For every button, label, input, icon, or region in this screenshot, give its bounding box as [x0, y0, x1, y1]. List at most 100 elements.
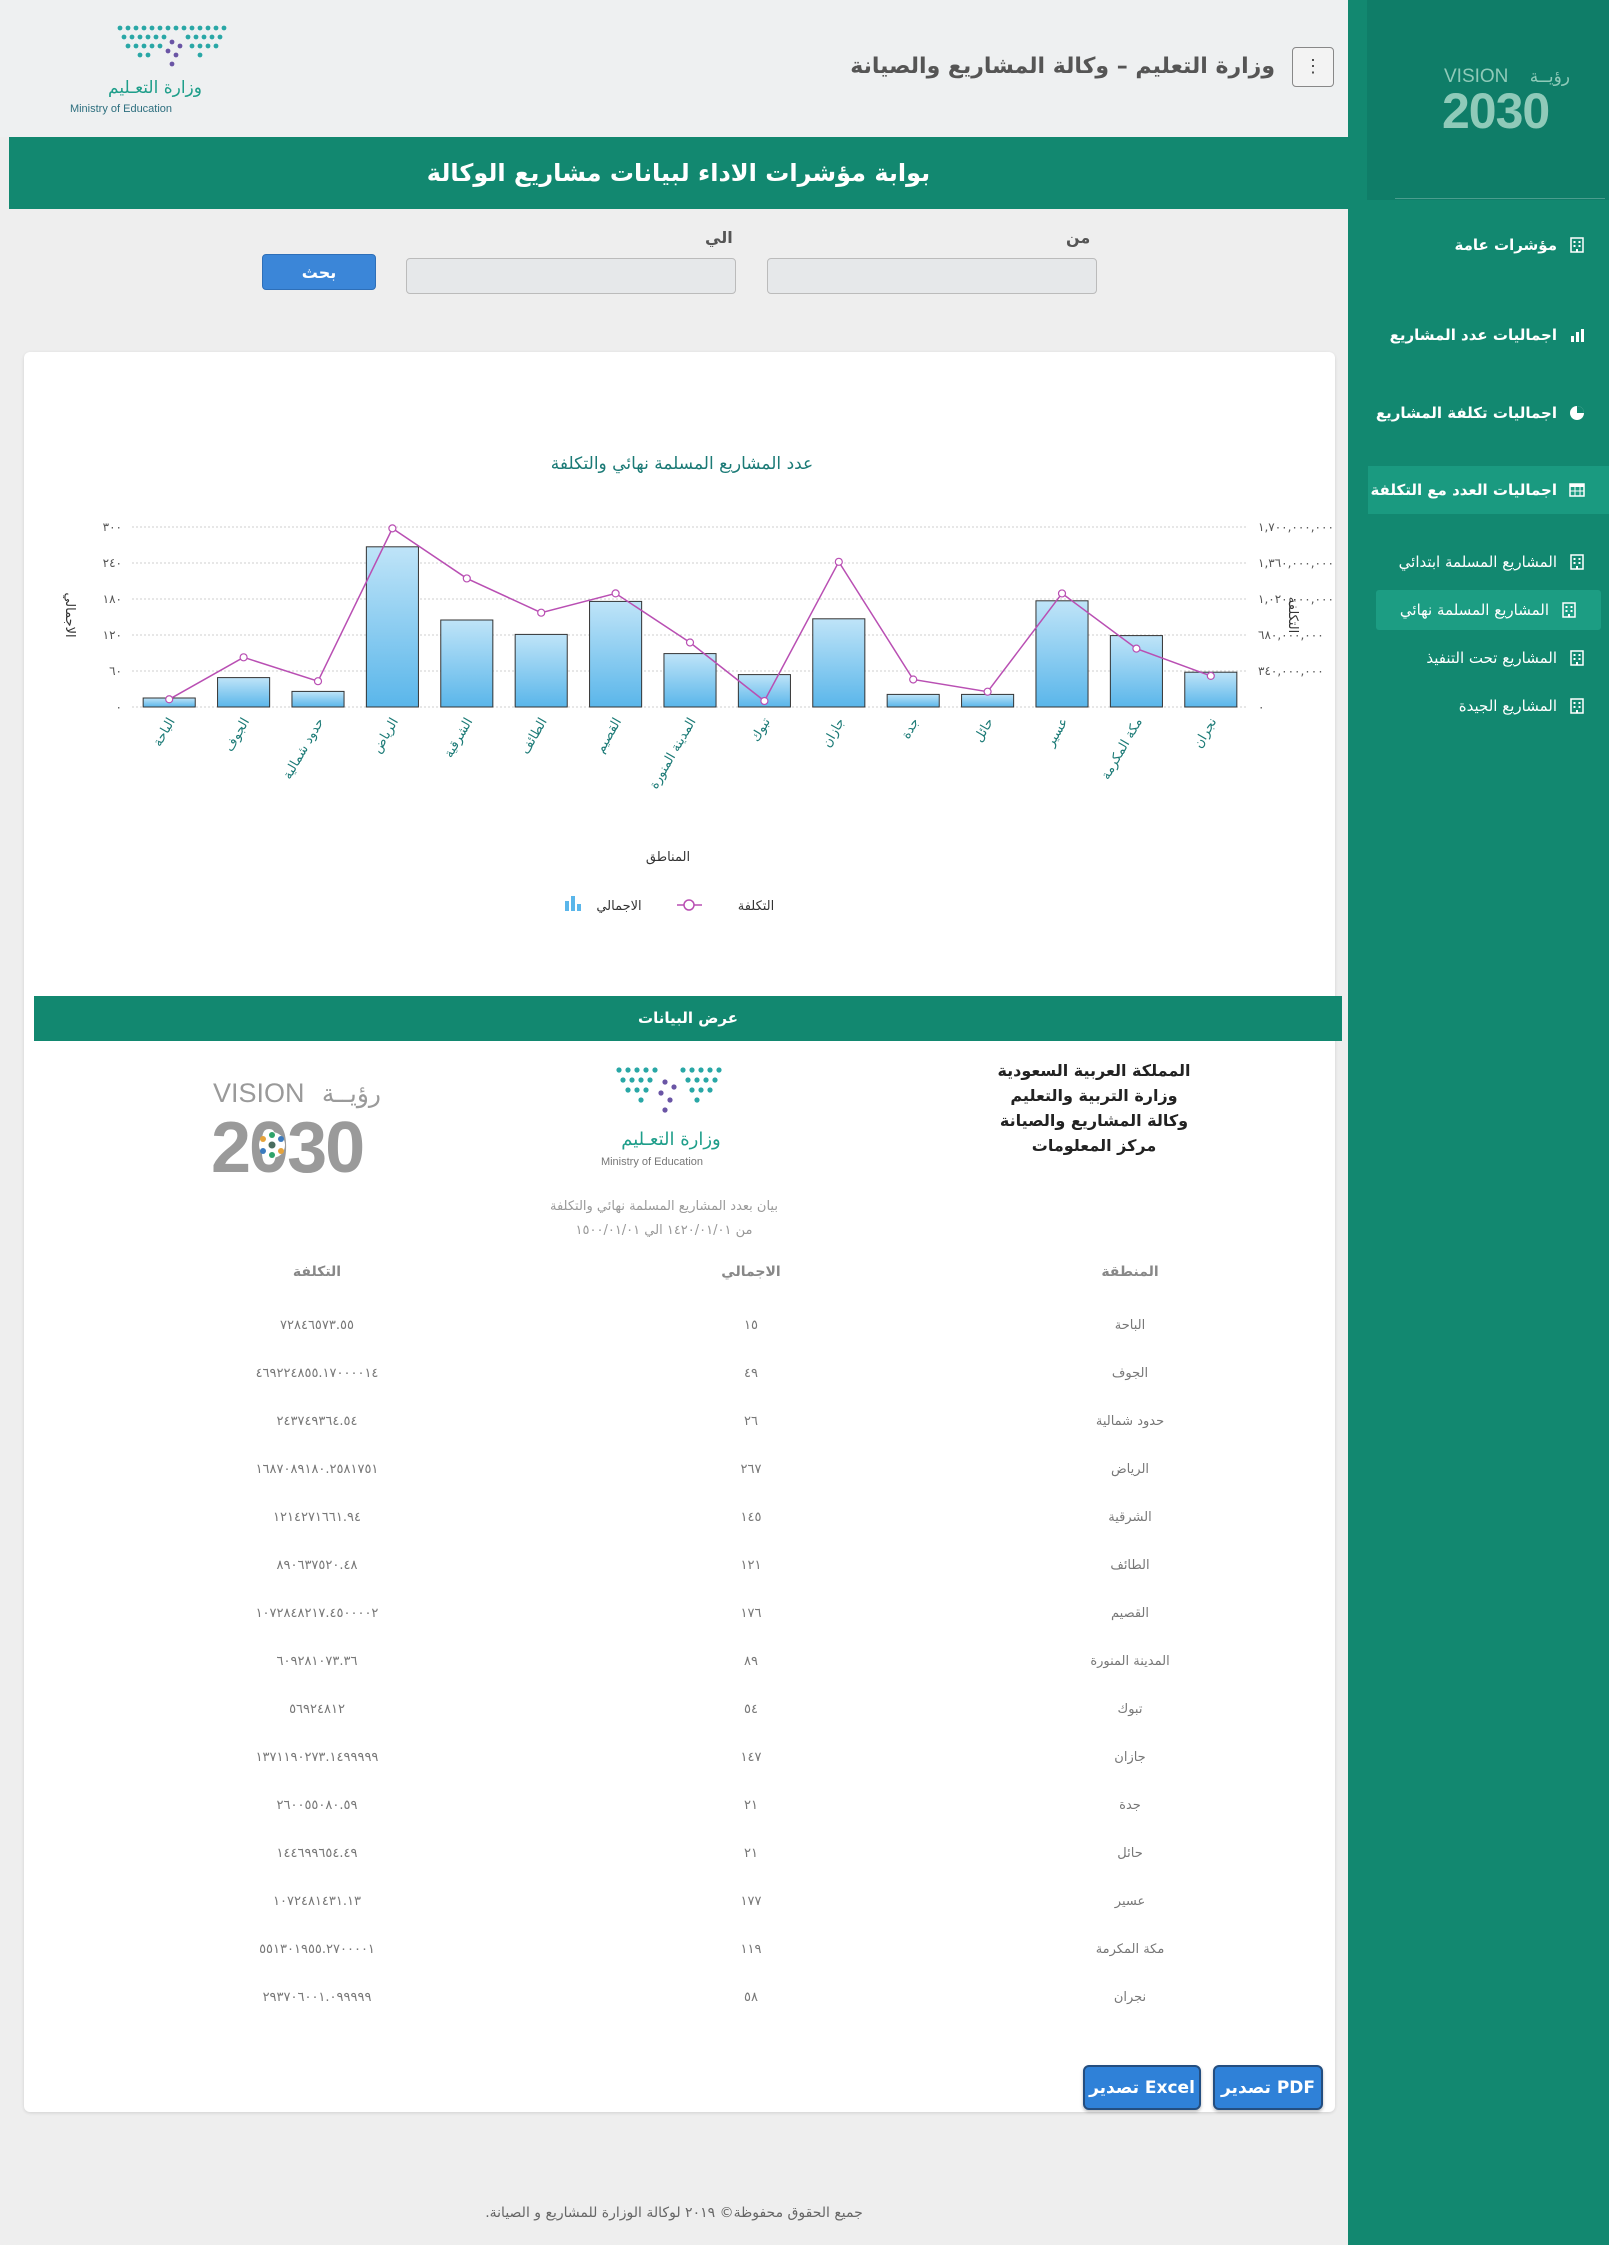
cost-point[interactable] [834, 557, 843, 566]
to-label: الي [705, 228, 733, 247]
bar[interactable] [886, 693, 940, 708]
cost-point[interactable] [313, 677, 323, 686]
building-icon [1570, 698, 1584, 714]
sidebar-item-label: المشاريع المسلمة نهائي [1399, 601, 1549, 619]
export-pdf-button[interactable]: تصدير PDF [1213, 2065, 1323, 2110]
footer-copyright: جميع الحقوق محفوظة© ٢٠١٩ لوكالة الوزارة … [485, 2205, 863, 2221]
cell-cost: ٤٦٩٢٢٤٨٥٥.١٧٠٠٠٠١٤ [255, 1366, 379, 1381]
cell-cost: ٢٤٣٧٤٩٣٦٤.٥٤ [276, 1414, 358, 1429]
cost-point[interactable] [388, 524, 397, 533]
sidebar-item-label: المشاريع تحت التنفيذ [1426, 649, 1557, 667]
search-button[interactable]: بحث [262, 254, 376, 290]
cell-region: تبوك [1117, 1702, 1143, 1717]
cell-cost: ١٦٨٧٠٨٩١٨٠.٢٥٨١٧٥١ [255, 1462, 379, 1477]
export-excel-button[interactable]: تصدير Excel [1083, 2065, 1201, 2110]
cost-point[interactable] [165, 695, 174, 704]
cell-region: حدود شمالية [1095, 1414, 1165, 1429]
sidebar-item[interactable]: اجماليات عدد المشاريع [1368, 311, 1609, 359]
cost-point[interactable] [685, 638, 695, 647]
cost-point[interactable] [1132, 644, 1141, 653]
cell-total: ١١٩ [740, 1942, 762, 1957]
table-row: الشرقية ١٤٥ ١٢١٤٢٧١٦٦١.٩٤ [24, 1494, 1335, 1542]
top-header: وزارة التعـليم Ministry of Education وزا… [0, 0, 1348, 137]
kebab-menu-button[interactable] [1292, 47, 1334, 87]
vision-ar-word: رؤيــة [322, 1079, 381, 1109]
ministry-logo: وزارة التعـليم Ministry of Education [70, 25, 227, 115]
sidebar-item-label: اجماليات تكلفة المشاريع [1375, 404, 1557, 422]
cell-total: ٢٦٧ [740, 1462, 762, 1477]
cell-cost: ١٠٧٢٨٤٨٢١٧.٤٥٠٠٠٠٢ [255, 1606, 379, 1621]
x-tick-label: الطائف [518, 716, 551, 758]
cell-total: ١٧٦ [740, 1606, 762, 1621]
cell-cost: ٢٩٣٧٠٦٠٠١.٠٩٩٩٩٩ [262, 1990, 372, 2005]
cost-point[interactable] [611, 589, 620, 598]
building-icon [1562, 602, 1576, 618]
org-line: المملكة العربية السعودية [997, 1061, 1191, 1080]
table-header-row: المنطقة الاجمالي التكلفة [24, 1264, 1335, 1294]
cell-total: ١٢١ [740, 1558, 762, 1573]
report-card: عدد المشاريع المسلمة نهائي والتكلفة ٠ ٠ ٦٠… [24, 352, 1342, 2112]
bar[interactable] [440, 619, 494, 708]
cost-point[interactable] [1057, 589, 1067, 598]
org-line: مركز المعلومات [1031, 1136, 1157, 1155]
sidebar-item-label: اجماليات العدد مع التكلفة [1370, 481, 1557, 499]
cost-point[interactable] [239, 653, 248, 662]
from-date-input[interactable] [767, 258, 1097, 294]
legend-bar-label: الاجمالي [596, 899, 641, 914]
sidebar-item[interactable]: مؤشرات عامة [1368, 221, 1609, 269]
cell-region: الجوف [1111, 1366, 1149, 1381]
data-section-header: عرض البيانات [34, 996, 1342, 1041]
bar[interactable] [514, 633, 568, 708]
cost-point[interactable] [760, 696, 769, 706]
sidebar-item[interactable]: المشاريع تحت التنفيذ [1368, 638, 1609, 678]
chart: عدد المشاريع المسلمة نهائي والتكلفة ٠ ٠ ٦٠… [62, 454, 1334, 914]
bar[interactable] [589, 600, 643, 708]
sidebar-item[interactable]: المشاريع المسلمة نهائي [1376, 590, 1601, 630]
sidebar-item[interactable]: اجماليات تكلفة المشاريع [1368, 389, 1609, 437]
y-tick-right: ٣٤٠,٠٠٠,٠٠٠ [1258, 664, 1324, 678]
cell-total: ٢٦ [744, 1414, 758, 1429]
bar[interactable] [365, 546, 419, 708]
org-line: وزارة التربية والتعليم [1010, 1086, 1178, 1105]
cell-cost: ٨٩٠٦٣٧٥٢٠.٤٨ [276, 1558, 358, 1573]
header-title: وزارة التعليم – وكالة المشاريع والصيانة [850, 54, 1275, 79]
cost-point[interactable] [462, 574, 471, 583]
sidebar-item[interactable]: المشاريع الجيدة [1368, 686, 1609, 726]
chart-title: عدد المشاريع المسلمة نهائي والتكلفة [551, 454, 813, 474]
bar[interactable] [812, 618, 866, 708]
bar[interactable] [663, 653, 717, 708]
y-tick-right: ١,٧٠٠,٠٠٠,٠٠٠ [1258, 520, 1334, 534]
bar[interactable] [291, 690, 345, 708]
building-icon [1570, 554, 1584, 570]
sidebar-item[interactable]: المشاريع المسلمة ابتدائي [1368, 542, 1609, 582]
to-date-input[interactable] [406, 258, 736, 294]
sidebar-item[interactable]: اجماليات العدد مع التكلفة [1368, 466, 1609, 514]
table-row: المدينة المنورة ٨٩ ٦٠٩٢٨١٠٧٣.٣٦ [24, 1638, 1335, 1686]
table-row: عسير ١٧٧ ١٠٧٢٤٨١٤٣١.١٣ [24, 1878, 1335, 1926]
cell-total: ٨٩ [744, 1654, 758, 1669]
cell-total: ٥٨ [744, 1990, 758, 2005]
vision-word: VISION [213, 1078, 305, 1108]
table-row: حائل ٢١ ١٤٤٦٩٩٦٥٤.٤٩ [24, 1830, 1335, 1878]
sidebar-item-label: المشاريع الجيدة [1458, 697, 1557, 715]
cell-total: ٢١ [744, 1798, 758, 1813]
cost-point[interactable] [537, 608, 546, 617]
cell-region: عسير [1114, 1894, 1146, 1909]
table-icon [1569, 483, 1585, 497]
table-row: الرياض ٢٦٧ ١٦٨٧٠٨٩١٨٠.٢٥٨١٧٥١ [24, 1446, 1335, 1494]
y-tick-left: ٠ [116, 700, 122, 714]
cell-region: حائل [1117, 1846, 1143, 1861]
cost-point[interactable] [1206, 671, 1215, 681]
x-tick-label: القصيم [593, 716, 625, 756]
cost-point[interactable] [909, 675, 918, 684]
org-line: وكالة المشاريع والصيانة [999, 1111, 1189, 1130]
x-tick-label: حائل [971, 716, 997, 746]
column-header-total: الاجمالي [721, 1264, 781, 1280]
table-row: تبوك ٥٤ ٥٦٩٢٤٨١٢ [24, 1686, 1335, 1734]
cost-point[interactable] [983, 687, 992, 696]
table-row: مكة المكرمة ١١٩ ٥٥١٣٠١٩٥٥.٢٧٠٠٠٠١ [24, 1926, 1335, 1974]
bar[interactable] [217, 677, 271, 708]
report-vision-2030-logo: VISION رؤيــة 2030 [211, 1078, 381, 1182]
cell-region: الرياض [1110, 1462, 1150, 1477]
bar[interactable] [961, 693, 1015, 708]
